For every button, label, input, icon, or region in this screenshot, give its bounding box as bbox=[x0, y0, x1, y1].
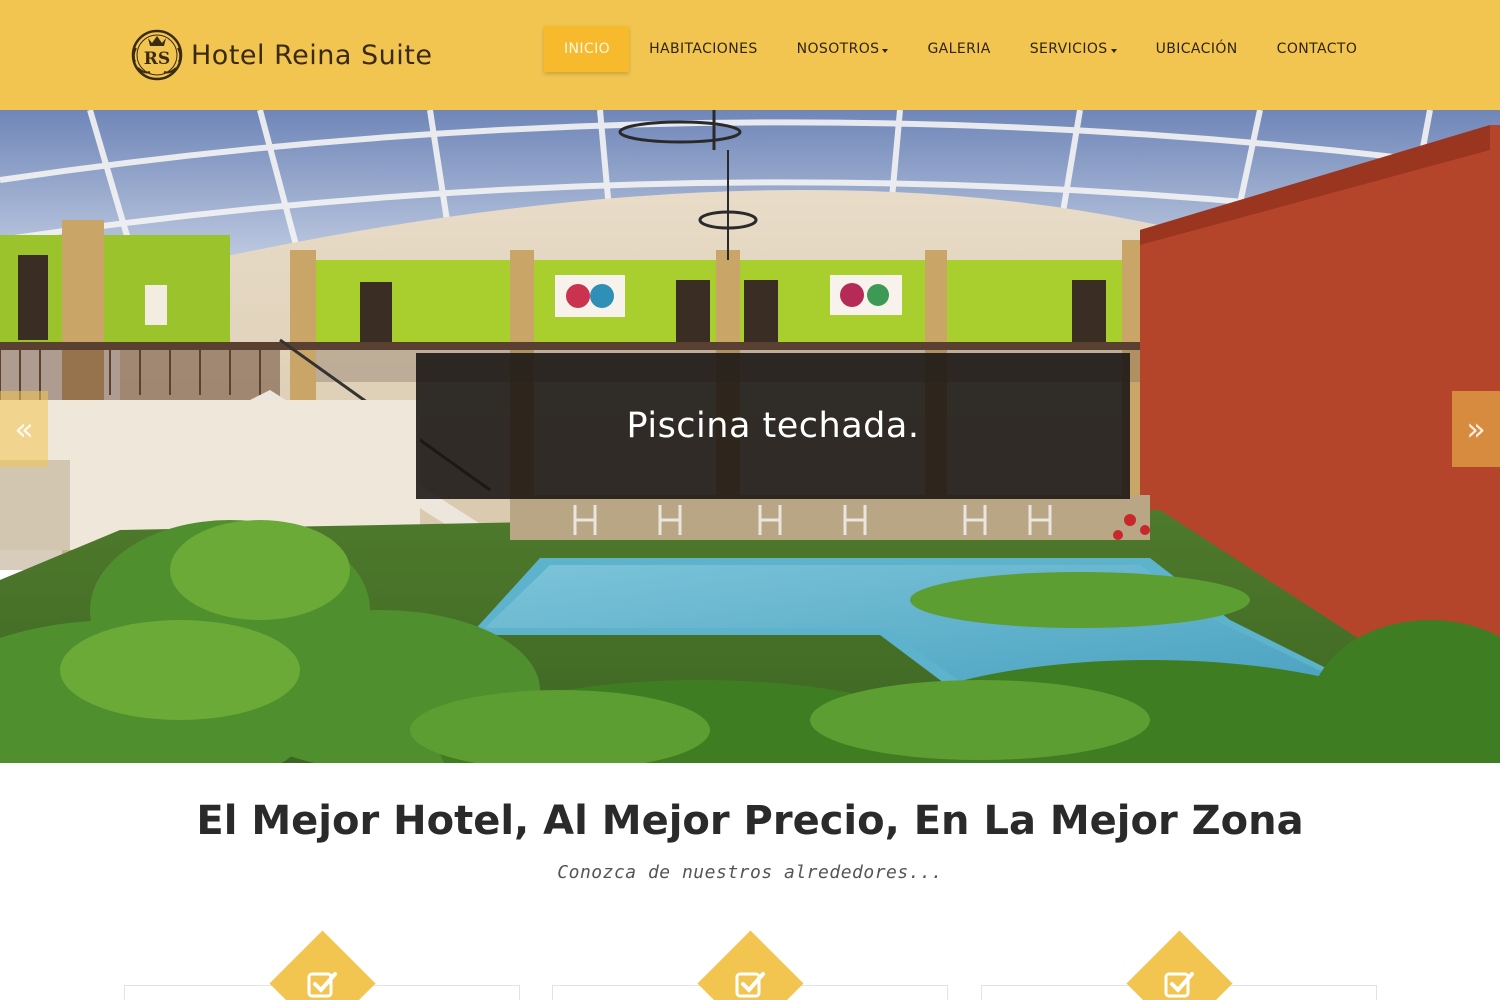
hero-slider: Piscina techada. « » bbox=[0, 110, 1500, 763]
caret-down-icon bbox=[1110, 49, 1117, 53]
slider-next-button[interactable]: » bbox=[1452, 391, 1500, 467]
nav-label: SERVICIOS bbox=[1029, 41, 1108, 57]
caret-down-icon bbox=[882, 49, 889, 53]
slider-prev-button[interactable]: « bbox=[0, 391, 48, 467]
brand-name: Hotel Reina Suite bbox=[191, 39, 433, 71]
nav-item-ubicacion[interactable]: UBICACIÓN bbox=[1136, 26, 1257, 72]
nav-item-galeria[interactable]: GALERIA bbox=[907, 26, 1009, 72]
slide-caption-box: Piscina techada. bbox=[416, 353, 1130, 499]
nav-item-nosotros[interactable]: NOSOTROS bbox=[777, 26, 908, 72]
double-chevron-right-icon: » bbox=[1466, 410, 1486, 448]
nav-label: NOSOTROS bbox=[796, 41, 880, 57]
logo-monogram: RS bbox=[144, 49, 170, 69]
nav-label: GALERIA bbox=[927, 41, 991, 57]
site-header: RS Hotel Reina Suite INICIO HABITACIONES… bbox=[0, 0, 1500, 110]
double-chevron-left-icon: « bbox=[14, 410, 34, 448]
nav-label: INICIO bbox=[564, 41, 611, 57]
nav-item-servicios[interactable]: SERVICIOS bbox=[1010, 26, 1136, 72]
section-headline: El Mejor Hotel, Al Mejor Precio, En La M… bbox=[196, 798, 1304, 844]
nav-item-contacto[interactable]: CONTACTO bbox=[1257, 26, 1377, 72]
nav-item-inicio[interactable]: INICIO bbox=[544, 26, 630, 72]
site-logo[interactable]: RS Hotel Reina Suite bbox=[126, 24, 432, 86]
check-square-icon bbox=[302, 966, 342, 1000]
nav-label: HABITACIONES bbox=[649, 41, 758, 57]
check-square-icon bbox=[1159, 966, 1199, 1000]
nav-item-habitaciones[interactable]: HABITACIONES bbox=[629, 26, 777, 72]
section-subheadline: Conozca de nuestros alrededores... bbox=[557, 862, 943, 883]
crown-monogram-icon: RS bbox=[131, 29, 183, 81]
nav-label: CONTACTO bbox=[1276, 41, 1358, 57]
nav-label: UBICACIÓN bbox=[1155, 41, 1238, 57]
main-nav: INICIO HABITACIONES NOSOTROS GALERIA SER… bbox=[544, 26, 1376, 72]
slide-caption: Piscina techada. bbox=[626, 406, 920, 446]
check-square-icon bbox=[730, 966, 770, 1000]
